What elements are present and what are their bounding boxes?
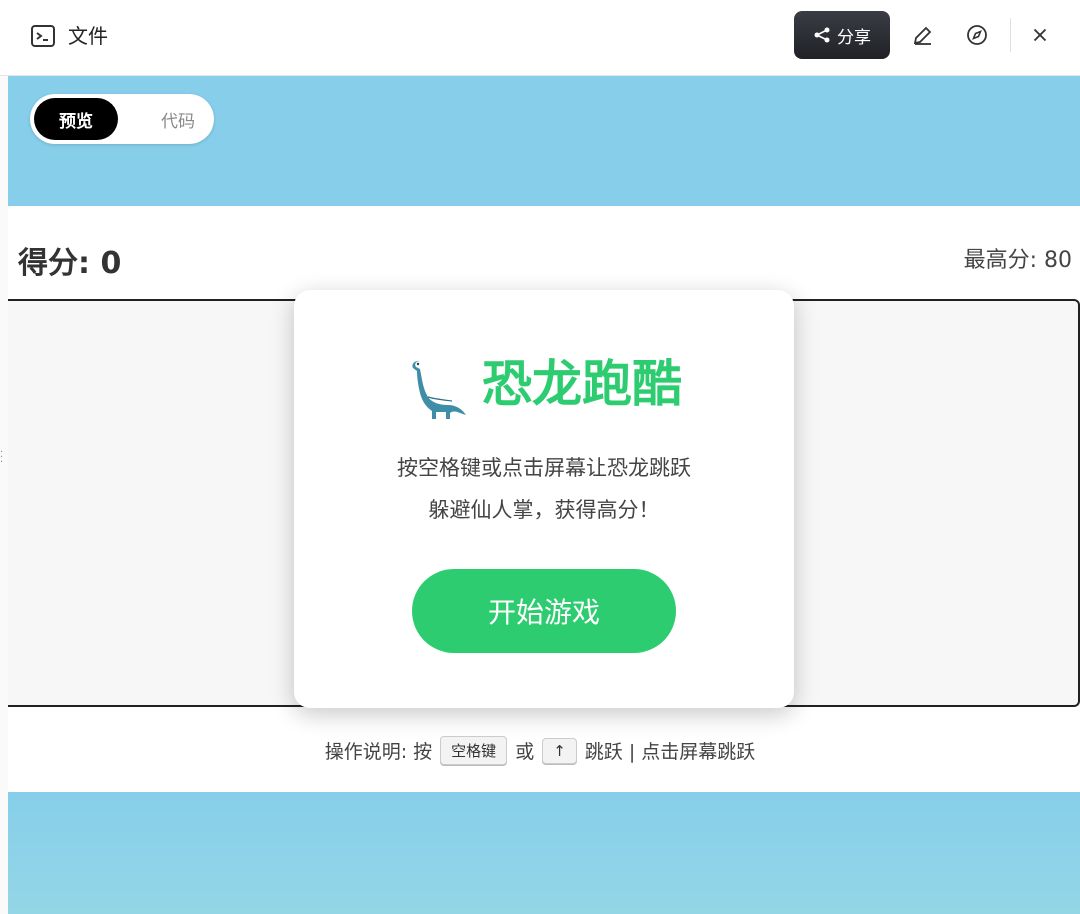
score-display: 得分: 0 [18, 246, 122, 281]
sky-background-bottom [8, 792, 1080, 914]
instruction-line-2: 躲避仙人掌，获得高分！ [428, 498, 660, 522]
share-button[interactable]: 分享 [794, 11, 890, 59]
controls-suffix: 跳跃 | 点击屏幕跳跃 [584, 741, 756, 763]
start-game-button[interactable]: 开始游戏 [412, 569, 676, 653]
up-arrow-key-badge: ↑ [542, 737, 577, 764]
terminal-file-icon [30, 23, 56, 49]
instruction-line-1: 按空格键或点击屏幕让恐龙跳跃 [397, 456, 691, 480]
space-key-badge: 空格键 [440, 736, 508, 765]
dinosaur-icon [406, 355, 468, 421]
tab-code[interactable]: 代码 [148, 98, 208, 140]
top-bar: 文件 分享 [0, 0, 1080, 76]
tab-preview[interactable]: 预览 [34, 98, 118, 140]
close-icon[interactable] [1025, 20, 1055, 50]
view-toggle: 预览 代码 [30, 94, 214, 144]
resize-strip[interactable] [0, 76, 8, 914]
share-icon [814, 27, 830, 43]
game-title-text: 恐龙跑酷 [482, 355, 682, 413]
high-score-display: 最高分: 80 [963, 248, 1072, 273]
drag-handle-icon[interactable]: · · · [0, 448, 6, 468]
controls-or: 或 [515, 741, 535, 763]
start-modal: 恐龙跑酷 按空格键或点击屏幕让恐龙跳跃 躲避仙人掌，获得高分！ 开始游戏 [294, 290, 794, 708]
file-title: 文件 [68, 24, 108, 48]
game-title: 恐龙跑酷 [294, 346, 794, 422]
controls-prefix: 操作说明: 按 [324, 741, 433, 763]
controls-help: 操作说明: 按空格键或 ↑ 跳跃 | 点击屏幕跳跃 [0, 736, 1080, 765]
share-label: 分享 [837, 27, 871, 48]
compass-icon[interactable] [962, 20, 992, 50]
pencil-icon[interactable] [908, 20, 938, 50]
toolbar-divider [1010, 18, 1011, 52]
